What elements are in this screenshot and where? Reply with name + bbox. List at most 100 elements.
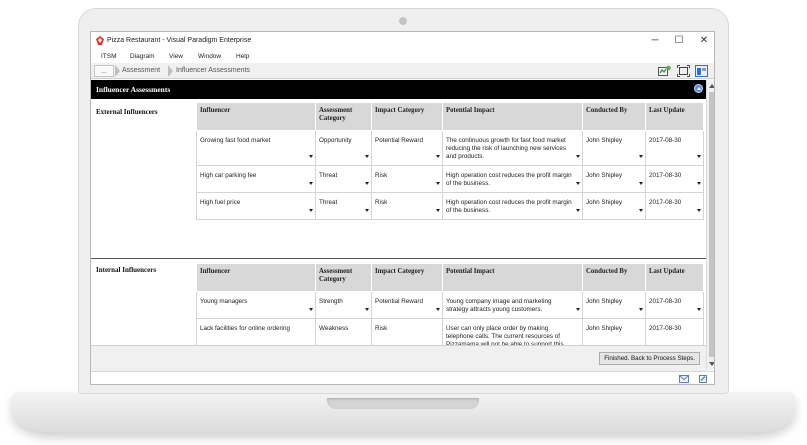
breadcrumb-assessment[interactable]: Assessment (122, 65, 160, 77)
fit-to-window-icon[interactable] (677, 65, 690, 77)
influencer-value: Growing fast food market (200, 137, 271, 144)
app-window: Pizza Restaurant - Visual Paradigm Enter… (90, 31, 715, 385)
app-logo-icon (96, 36, 104, 45)
menu-window[interactable]: Window (198, 53, 221, 60)
influencer-cell[interactable]: Lack facilities for online ordering (196, 318, 316, 345)
breadcrumb-influencer-assessments[interactable]: Influencer Assessments (176, 65, 250, 77)
assessment-category-value: Threat (319, 172, 338, 179)
mail-icon[interactable] (679, 375, 689, 383)
potential-impact-cell[interactable]: High operation cost reduces the profit m… (442, 192, 583, 220)
diagram-navigator-icon[interactable] (658, 65, 671, 77)
minimize-button[interactable]: ─ (645, 33, 665, 48)
dropdown-arrow-icon[interactable] (639, 182, 643, 185)
dropdown-arrow-icon[interactable] (365, 209, 369, 212)
impact-category-cell[interactable]: Potential Reward (371, 130, 443, 166)
potential-impact-cell[interactable]: User can only place order by making tele… (442, 318, 583, 345)
last-update-cell[interactable]: 2017-08-30 (645, 318, 704, 345)
internal-influencers-table: Influencer Assessment Category Impact Ca… (196, 263, 704, 345)
last-update-cell[interactable]: 2017-08-30 (645, 130, 704, 166)
close-button[interactable]: ✕ (694, 33, 714, 48)
conducted-by-cell[interactable]: John Shipley (582, 318, 646, 345)
layout-panel-icon[interactable] (695, 65, 708, 77)
dropdown-arrow-icon[interactable] (639, 209, 643, 212)
dropdown-arrow-icon[interactable] (365, 308, 369, 311)
conducted-by-cell[interactable]: John Shipley (582, 130, 646, 166)
assessment-category-cell[interactable]: Threat (315, 165, 372, 193)
conducted-by-cell[interactable]: John Shipley (582, 192, 646, 220)
external-influencers-table: Influencer Assessment Category Impact Ca… (196, 102, 704, 220)
impact-category-cell[interactable]: Risk (371, 165, 443, 193)
conducted-by-value: John Shipley (586, 137, 623, 144)
breadcrumb-more[interactable]: ... (94, 65, 114, 77)
scroll-up-arrow-icon[interactable] (709, 84, 714, 88)
table-row: Lack facilities for online ordering Weak… (196, 318, 704, 345)
dropdown-arrow-icon[interactable] (576, 209, 580, 212)
last-update-cell[interactable]: 2017-08-30 (645, 291, 704, 319)
dropdown-arrow-icon[interactable] (639, 155, 643, 158)
dropdown-arrow-icon[interactable] (436, 182, 440, 185)
impact-category-value: Risk (375, 199, 388, 206)
influencer-cell[interactable]: Young managers (196, 291, 316, 319)
dropdown-arrow-icon[interactable] (309, 155, 313, 158)
column-header-impact-category: Impact Category (371, 263, 443, 292)
dropdown-arrow-icon[interactable] (309, 308, 313, 311)
menu-help[interactable]: Help (236, 53, 249, 60)
column-header-assessment-category: Assessment Category (315, 263, 372, 292)
dropdown-arrow-icon[interactable] (576, 308, 580, 311)
column-header-influencer: Influencer (196, 102, 316, 131)
menu-itsm[interactable]: ITSM (101, 53, 117, 60)
table-header-row: Influencer Assessment Category Impact Ca… (196, 102, 704, 131)
last-update-cell[interactable]: 2017-08-30 (645, 165, 704, 193)
scrollbar-thumb[interactable] (709, 92, 714, 357)
potential-impact-value: The continuous growth for fast food mark… (446, 137, 567, 160)
edit-document-icon[interactable] (698, 375, 708, 383)
finished-back-button[interactable]: Finished. Back to Process Steps. (599, 352, 700, 365)
assessment-category-value: Threat (319, 199, 338, 206)
assessment-category-cell[interactable]: Threat (315, 192, 372, 220)
assessment-category-cell[interactable]: Weakness (315, 318, 372, 345)
table-row: Young managers Strength Potential Reward… (196, 291, 704, 319)
dropdown-arrow-icon[interactable] (436, 155, 440, 158)
table-row: Growing fast food market Opportunity Pot… (196, 130, 704, 166)
assessment-category-cell[interactable]: Opportunity (315, 130, 372, 166)
menu-view[interactable]: View (169, 53, 183, 60)
menu-diagram[interactable]: Diagram (130, 53, 155, 60)
influencer-cell[interactable]: High car parking fee (196, 165, 316, 193)
impact-category-cell[interactable]: Risk (371, 192, 443, 220)
dropdown-arrow-icon[interactable] (697, 182, 701, 185)
impact-category-cell[interactable]: Risk (371, 318, 443, 345)
maximize-button[interactable]: ☐ (669, 33, 689, 48)
potential-impact-value: Young company image and marketing strate… (446, 298, 552, 313)
impact-category-cell[interactable]: Potential Reward (371, 291, 443, 319)
assessment-category-cell[interactable]: Strength (315, 291, 372, 319)
potential-impact-cell[interactable]: The continuous growth for fast food mark… (442, 130, 583, 166)
conducted-by-cell[interactable]: John Shipley (582, 165, 646, 193)
collapse-icon[interactable] (694, 84, 703, 93)
dropdown-arrow-icon[interactable] (697, 209, 701, 212)
dropdown-arrow-icon[interactable] (309, 182, 313, 185)
dropdown-arrow-icon[interactable] (365, 182, 369, 185)
conducted-by-cell[interactable]: John Shipley (582, 291, 646, 319)
potential-impact-cell[interactable]: High operation cost reduces the profit m… (442, 165, 583, 193)
dropdown-arrow-icon[interactable] (309, 209, 313, 212)
influencer-cell[interactable]: High fuel price (196, 192, 316, 220)
menu-bar: ITSM Diagram View Window Help (91, 50, 714, 63)
dropdown-arrow-icon[interactable] (697, 308, 701, 311)
column-header-last-update: Last Update (645, 102, 704, 131)
potential-impact-value: High operation cost reduces the profit m… (446, 172, 572, 187)
dropdown-arrow-icon[interactable] (576, 155, 580, 158)
dropdown-arrow-icon[interactable] (697, 155, 701, 158)
scroll-down-arrow-icon[interactable] (709, 362, 714, 366)
dropdown-arrow-icon[interactable] (436, 308, 440, 311)
dropdown-arrow-icon[interactable] (436, 209, 440, 212)
dropdown-arrow-icon[interactable] (639, 308, 643, 311)
potential-impact-cell[interactable]: Young company image and marketing strate… (442, 291, 583, 319)
dropdown-arrow-icon[interactable] (576, 182, 580, 185)
column-header-conducted-by: Conducted By (582, 263, 646, 292)
vertical-scrollbar[interactable] (706, 80, 714, 370)
dropdown-arrow-icon[interactable] (365, 155, 369, 158)
breadcrumb-separator-icon (115, 65, 120, 77)
last-update-cell[interactable]: 2017-08-30 (645, 192, 704, 220)
influencer-cell[interactable]: Growing fast food market (196, 130, 316, 166)
status-bar (91, 371, 714, 384)
